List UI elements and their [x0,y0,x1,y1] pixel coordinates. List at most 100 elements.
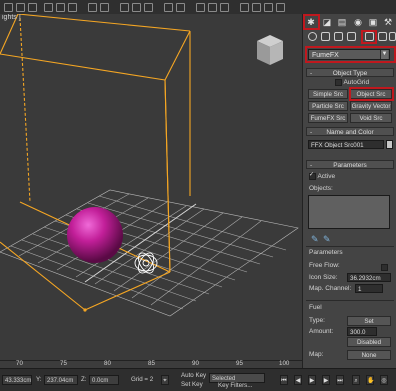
fuel-disabled-button[interactable]: Disabled [347,337,391,347]
object-name-field[interactable]: FFX Object Src001 [308,140,384,149]
icon-size-field[interactable]: 36.2932cm [347,273,391,282]
active-label: Active [317,173,336,181]
void-src-button[interactable]: Void Src [350,113,392,123]
simple-src-button[interactable]: Simple Src [308,89,348,99]
goto-end-icon[interactable]: ⏭ [336,375,344,385]
select-object-icon[interactable] [4,3,13,12]
hierarchy-icon[interactable]: ▤ [337,17,347,27]
geometry-icon[interactable] [308,32,317,41]
lights-icon[interactable] [334,32,343,41]
next-frame-icon[interactable]: ▶ [322,375,330,385]
helpers-highlight [361,30,377,44]
object-type-header[interactable]: - Object Type [306,68,394,77]
fuel-amount-field[interactable]: 300.0 [347,327,377,336]
object-src-highlight [349,87,394,101]
autogrid-label: AutoGrid [343,79,370,87]
material-editor-icon[interactable] [240,3,249,12]
prev-frame-icon[interactable]: ◀ [294,375,302,385]
spacewarps-icon[interactable] [378,32,387,41]
name-color-rollout: - Name and Color [306,127,394,136]
objects-list[interactable] [308,195,390,229]
main-toolbar [0,0,396,15]
fuel-type-label: Type: [309,317,325,324]
select-by-name-icon[interactable] [16,3,25,12]
set-key-button[interactable]: Set Key [181,381,203,388]
z-coord-field[interactable]: 0.0cm [89,375,119,385]
x-coord-field[interactable]: 43.333cm [2,375,32,385]
fuel-map-label: Map: [309,351,324,358]
zoom-icon[interactable]: ⌕ [352,375,360,385]
percent-snap-icon[interactable] [144,3,153,12]
viewport-label[interactable]: ights ] [2,14,21,21]
add-list-icon[interactable]: ✎ [323,234,331,245]
tick-label: 100 [279,360,290,367]
fumefx-src-button[interactable]: FumeFX Src [308,113,348,123]
render-setup-icon[interactable] [252,3,261,12]
parameters-header[interactable]: - Parameters [306,160,394,169]
key-mode-icon[interactable]: ⌖ [161,375,169,385]
key-filters-button[interactable]: Key Filters... [218,382,252,389]
z-label: Z: [81,376,87,383]
sphere-object [67,207,123,263]
shapes-icon[interactable] [321,32,330,41]
utilities-icon[interactable]: ⚒ [383,17,393,27]
rect-selection-icon[interactable] [28,3,37,12]
autogrid-row[interactable]: AutoGrid [335,79,369,86]
scale-icon[interactable] [68,3,77,12]
cameras-icon[interactable] [347,32,356,41]
viewcube-icon [257,35,283,65]
modify-icon[interactable]: ◪ [322,17,332,27]
rotate-icon[interactable] [56,3,65,12]
display-icon[interactable]: ▣ [368,17,378,27]
render-icon[interactable] [276,3,285,12]
divider [306,300,394,301]
layer-icon[interactable] [196,3,205,12]
play-icon[interactable]: ▶ [308,375,316,385]
autogrid-checkbox[interactable] [335,79,342,86]
create-subcategories [303,30,396,44]
snap-icon[interactable] [120,3,129,12]
move-icon[interactable] [44,3,53,12]
goto-start-icon[interactable]: ⏮ [280,375,288,385]
active-checkbox[interactable] [309,171,316,180]
y-label: Y: [36,376,42,383]
pan-icon[interactable]: ✋ [366,375,374,385]
render-frame-icon[interactable] [264,3,273,12]
fuel-type-button[interactable]: Set [347,316,391,326]
mirror-icon[interactable] [164,3,173,12]
pick-object-icon[interactable]: ✎ [311,234,319,245]
tick-label: 75 [60,360,67,367]
object-color-swatch[interactable] [386,140,393,149]
curve-editor-icon[interactable] [208,3,217,12]
category-dropdown[interactable]: FumeFX ▼ [308,49,390,60]
create-tab-highlight [303,14,320,30]
align-icon[interactable] [176,3,185,12]
objects-label: Objects: [309,185,333,192]
pivot-icon[interactable] [100,3,109,12]
grid-value: Grid = 2 [131,376,154,383]
particle-src-button[interactable]: Particle Src [308,101,348,111]
perspective-viewport[interactable]: ights ] [0,14,302,368]
gravity-vector-button[interactable]: Gravity Vector [350,101,392,111]
orbit-icon[interactable]: ◎ [380,375,388,385]
fuel-map-button[interactable]: None [347,350,391,360]
command-panel: ✱ ◪ ▤ ◉ ▣ ⚒ FumeFX ▼ - Object Type AutoGr… [302,14,396,368]
free-flow-checkbox[interactable] [381,264,388,271]
sub-parameters-title: Parameters [309,249,343,256]
auto-key-button[interactable]: Auto Key [181,372,206,379]
systems-icon[interactable] [389,32,396,41]
parameters-title: Parameters [333,162,367,169]
object-type-title: Object Type [332,70,368,77]
schematic-icon[interactable] [220,3,229,12]
viewport-scene [0,14,299,317]
y-coord-field[interactable]: 237.04cm [44,375,78,385]
reference-coord-icon[interactable] [88,3,97,12]
angle-snap-icon[interactable] [132,3,141,12]
motion-icon[interactable]: ◉ [353,17,363,27]
map-channel-field[interactable]: 1 [355,284,383,293]
active-row[interactable]: Active [309,171,336,181]
tick-label: 70 [16,360,23,367]
chevron-down-icon[interactable]: ▼ [380,50,388,59]
name-color-header[interactable]: - Name and Color [306,127,394,136]
tick-label: 80 [104,360,111,367]
